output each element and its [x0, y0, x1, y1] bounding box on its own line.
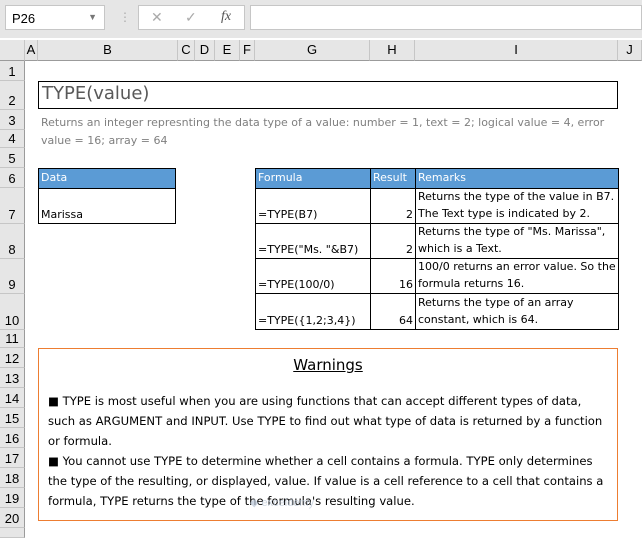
row-header[interactable]: 20	[0, 508, 25, 528]
formula-header[interactable]: Formula	[255, 168, 371, 189]
formula-bar-input[interactable]	[250, 5, 642, 30]
result-cell[interactable]: 64	[370, 293, 416, 330]
result-header[interactable]: Result	[370, 168, 416, 189]
watermark-logo: ◆ exceldemy	[250, 497, 315, 509]
formula-buttons: ✕ ✓ fx	[138, 5, 245, 30]
description[interactable]: Returns an integer represnting the data …	[41, 114, 621, 150]
result-cell[interactable]: 2	[370, 223, 416, 259]
row-header[interactable]: 11	[0, 330, 25, 348]
column-header-a[interactable]: A	[25, 40, 38, 61]
row-header[interactable]: 1	[0, 61, 25, 81]
row-header[interactable]	[0, 528, 25, 538]
warnings-title: Warnings	[293, 356, 363, 374]
page-title[interactable]: TYPE(value)	[38, 81, 618, 109]
column-header-i[interactable]: I	[415, 40, 618, 61]
column-header-d[interactable]: D	[195, 40, 215, 61]
row-header[interactable]: 6	[0, 168, 25, 188]
row-header[interactable]: 4	[0, 130, 25, 148]
column-header-j[interactable]: J	[618, 40, 642, 61]
row-header[interactable]: 8	[0, 224, 25, 259]
column-header-b[interactable]: B	[38, 40, 178, 61]
remark-cell[interactable]: Returns the type of the value in B7. The…	[415, 188, 619, 224]
row-header[interactable]: 10	[0, 294, 25, 330]
enter-icon[interactable]: ✓	[185, 9, 197, 26]
drag-handle-icon: ⋮	[119, 10, 131, 24]
formula-cell[interactable]: =TYPE("Ms. "&B7)	[255, 223, 371, 259]
column-header-f[interactable]: F	[240, 40, 255, 61]
warnings-box: Warnings ■ TYPE is most useful when you …	[38, 348, 618, 521]
chevron-down-icon[interactable]: ▼	[88, 12, 97, 22]
data-value-cell[interactable]: Marissa	[38, 188, 176, 224]
row-header[interactable]: 14	[0, 388, 25, 408]
data-header[interactable]: Data	[38, 168, 176, 189]
name-box-value: P26	[12, 11, 36, 26]
row-header[interactable]: 16	[0, 428, 25, 448]
row-header[interactable]: 18	[0, 468, 25, 488]
formula-cell[interactable]: =TYPE({1,2;3,4})	[255, 293, 371, 330]
remark-cell[interactable]: Returns the type of "Ms. Marissa", which…	[415, 223, 619, 259]
warning-item: ■ You cannot use TYPE to determine wheth…	[48, 454, 604, 508]
row-header[interactable]: 17	[0, 448, 25, 468]
name-box[interactable]: P26 ▼	[5, 5, 105, 30]
data-value: Marissa	[41, 208, 84, 221]
row-header[interactable]: 15	[0, 408, 25, 428]
cancel-icon[interactable]: ✕	[151, 9, 163, 26]
row-header[interactable]: 2	[0, 81, 25, 110]
row-header[interactable]: 13	[0, 368, 25, 388]
remark-cell[interactable]: 100/0 returns an error value. So the for…	[415, 258, 619, 294]
column-header-g[interactable]: G	[255, 40, 370, 61]
select-all-corner[interactable]	[0, 40, 25, 61]
column-header-e[interactable]: E	[215, 40, 240, 61]
column-header-h[interactable]: H	[370, 40, 415, 61]
warning-item: ■ TYPE is most useful when you are using…	[48, 394, 603, 448]
row-header[interactable]: 9	[0, 259, 25, 294]
remark-cell[interactable]: Returns the type of an array constant, w…	[415, 293, 619, 330]
row-header[interactable]: 7	[0, 188, 25, 224]
fx-icon[interactable]: fx	[221, 9, 231, 25]
column-header-c[interactable]: C	[178, 40, 195, 61]
row-header[interactable]: 12	[0, 348, 25, 368]
row-header[interactable]: 3	[0, 110, 25, 130]
remarks-header[interactable]: Remarks	[415, 168, 619, 189]
row-header[interactable]: 19	[0, 488, 25, 508]
result-cell[interactable]: 16	[370, 258, 416, 294]
result-cell[interactable]: 2	[370, 188, 416, 224]
row-header[interactable]: 5	[0, 148, 25, 168]
formula-cell[interactable]: =TYPE(100/0)	[255, 258, 371, 294]
formula-cell[interactable]: =TYPE(B7)	[255, 188, 371, 224]
